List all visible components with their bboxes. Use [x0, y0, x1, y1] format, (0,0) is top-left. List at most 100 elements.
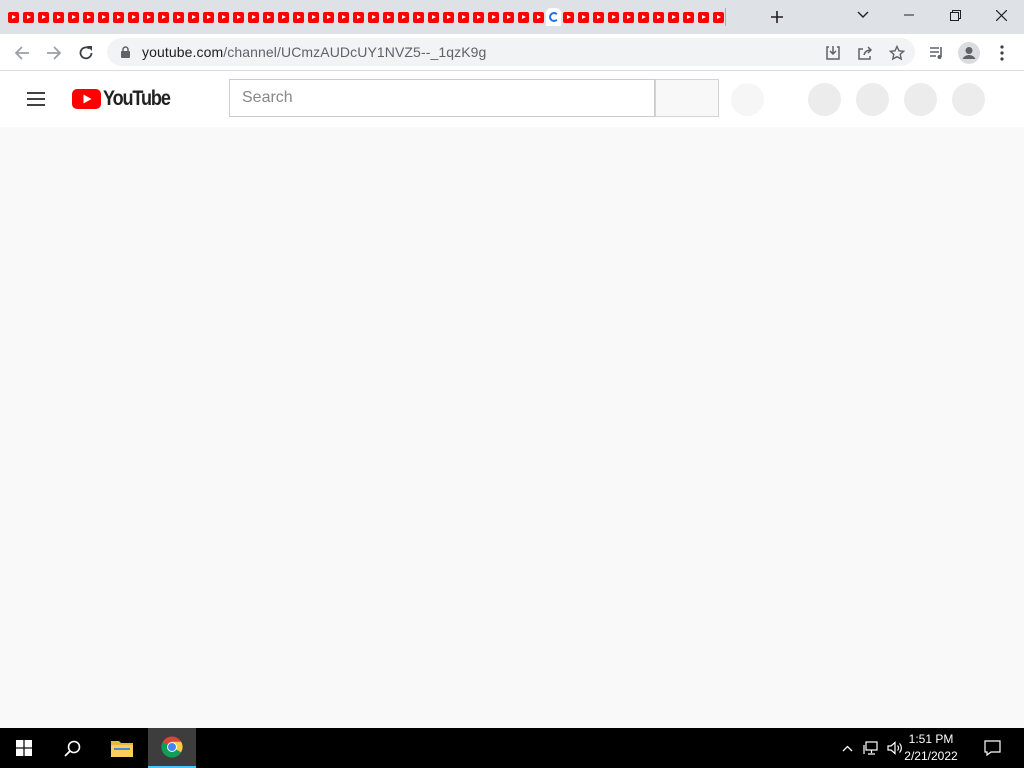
browser-tab[interactable]: [381, 8, 396, 26]
search-taskbar-button[interactable]: [48, 728, 96, 768]
start-button[interactable]: [0, 728, 48, 768]
youtube-logo[interactable]: YouTube: [72, 87, 181, 110]
browser-tab[interactable]: [696, 8, 711, 26]
tab-strip: [0, 0, 1024, 34]
chrome-taskbar-button[interactable]: [148, 728, 196, 768]
youtube-favicon-icon: [473, 11, 484, 23]
youtube-favicon-icon: [458, 11, 469, 23]
voice-search-placeholder: [731, 83, 764, 116]
browser-tab[interactable]: [486, 8, 501, 26]
tab-list: [6, 8, 726, 26]
search-button[interactable]: [655, 79, 719, 117]
browser-tab[interactable]: [81, 8, 96, 26]
youtube-favicon-icon: [23, 11, 34, 23]
media-controls-button[interactable]: [923, 39, 951, 67]
tab-search-button[interactable]: [840, 0, 886, 30]
browser-tab[interactable]: [96, 8, 111, 26]
browser-tab[interactable]: [396, 8, 411, 26]
browser-tab[interactable]: [591, 8, 606, 26]
forward-button[interactable]: [40, 39, 68, 67]
browser-tab[interactable]: [216, 8, 231, 26]
restore-icon: [949, 9, 961, 21]
browser-tab[interactable]: [156, 8, 171, 26]
browser-tab[interactable]: [336, 8, 351, 26]
browser-tab[interactable]: [666, 8, 681, 26]
browser-tab[interactable]: [246, 8, 261, 26]
youtube-favicon-icon: [68, 11, 79, 23]
address-bar[interactable]: youtube.com/channel/UCmzAUDcUY1NVZ5--_1q…: [107, 38, 915, 66]
browser-tab[interactable]: [291, 8, 306, 26]
browser-tab[interactable]: [261, 8, 276, 26]
reload-button[interactable]: [72, 39, 100, 67]
download-icon: [826, 46, 840, 60]
share-button[interactable]: [856, 44, 874, 62]
youtube-favicon-icon: [83, 11, 94, 23]
browser-tab[interactable]: [636, 8, 651, 26]
new-tab-button[interactable]: [764, 6, 790, 28]
taskbar-clock[interactable]: 1:51 PM 2/21/2022: [896, 731, 966, 765]
browser-tab[interactable]: [711, 8, 726, 26]
youtube-favicon-icon: [308, 11, 319, 23]
browser-tab[interactable]: [621, 8, 636, 26]
browser-tab[interactable]: [21, 8, 36, 26]
browser-tab[interactable]: [651, 8, 666, 26]
search-input[interactable]: [229, 79, 655, 117]
browser-tab[interactable]: [351, 8, 366, 26]
browser-tab[interactable]: [276, 8, 291, 26]
browser-tab[interactable]: [681, 8, 696, 26]
star-icon: [889, 45, 905, 61]
browser-tab[interactable]: [516, 8, 531, 26]
browser-tab[interactable]: [576, 8, 591, 26]
browser-tab[interactable]: [186, 8, 201, 26]
back-button[interactable]: [8, 39, 36, 67]
browser-tab[interactable]: [411, 8, 426, 26]
browser-tab[interactable]: [501, 8, 516, 26]
browser-tab[interactable]: [171, 8, 186, 26]
youtube-favicon-icon: [623, 11, 634, 23]
youtube-favicon-icon: [578, 11, 589, 23]
browser-tab[interactable]: [201, 8, 216, 26]
browser-tab[interactable]: [456, 8, 471, 26]
browser-tab[interactable]: [426, 8, 441, 26]
browser-tab[interactable]: [321, 8, 336, 26]
browser-tab[interactable]: [561, 8, 576, 26]
browser-tab[interactable]: [36, 8, 51, 26]
browser-tab[interactable]: [66, 8, 81, 26]
browser-tab[interactable]: [111, 8, 126, 26]
guide-menu-button[interactable]: [20, 83, 52, 115]
browser-tab[interactable]: [51, 8, 66, 26]
share-icon: [858, 46, 873, 60]
browser-tab[interactable]: [231, 8, 246, 26]
browser-tab[interactable]: [366, 8, 381, 26]
youtube-favicon-icon: [608, 11, 619, 23]
browser-tab[interactable]: [471, 8, 486, 26]
reload-icon: [79, 46, 93, 60]
browser-tab-active[interactable]: [546, 8, 561, 26]
bookmark-button[interactable]: [888, 44, 906, 62]
clock-date: 2/21/2022: [904, 749, 958, 763]
profile-button[interactable]: [955, 39, 983, 67]
youtube-favicon-icon: [668, 11, 679, 23]
browser-tab[interactable]: [441, 8, 456, 26]
browser-tab[interactable]: [6, 8, 21, 26]
restore-button[interactable]: [932, 0, 978, 30]
install-app-button[interactable]: [824, 44, 842, 62]
browser-tab[interactable]: [126, 8, 141, 26]
action-center-button[interactable]: [978, 728, 1006, 768]
youtube-favicon-icon: [683, 11, 694, 23]
file-explorer-button[interactable]: [98, 728, 146, 768]
youtube-favicon-icon: [503, 11, 514, 23]
browser-tab[interactable]: [306, 8, 321, 26]
youtube-favicon-icon: [533, 11, 544, 23]
close-window-button[interactable]: [978, 0, 1024, 30]
minimize-button[interactable]: [886, 0, 932, 30]
show-hidden-icons-button[interactable]: [838, 728, 856, 768]
youtube-favicon-icon: [293, 11, 304, 23]
browser-tab[interactable]: [606, 8, 621, 26]
youtube-favicon-icon: [383, 11, 394, 23]
network-button[interactable]: [860, 728, 882, 768]
browser-tab[interactable]: [141, 8, 156, 26]
chrome-icon: [161, 736, 183, 758]
chrome-menu-button[interactable]: [988, 39, 1016, 67]
browser-tab[interactable]: [531, 8, 546, 26]
